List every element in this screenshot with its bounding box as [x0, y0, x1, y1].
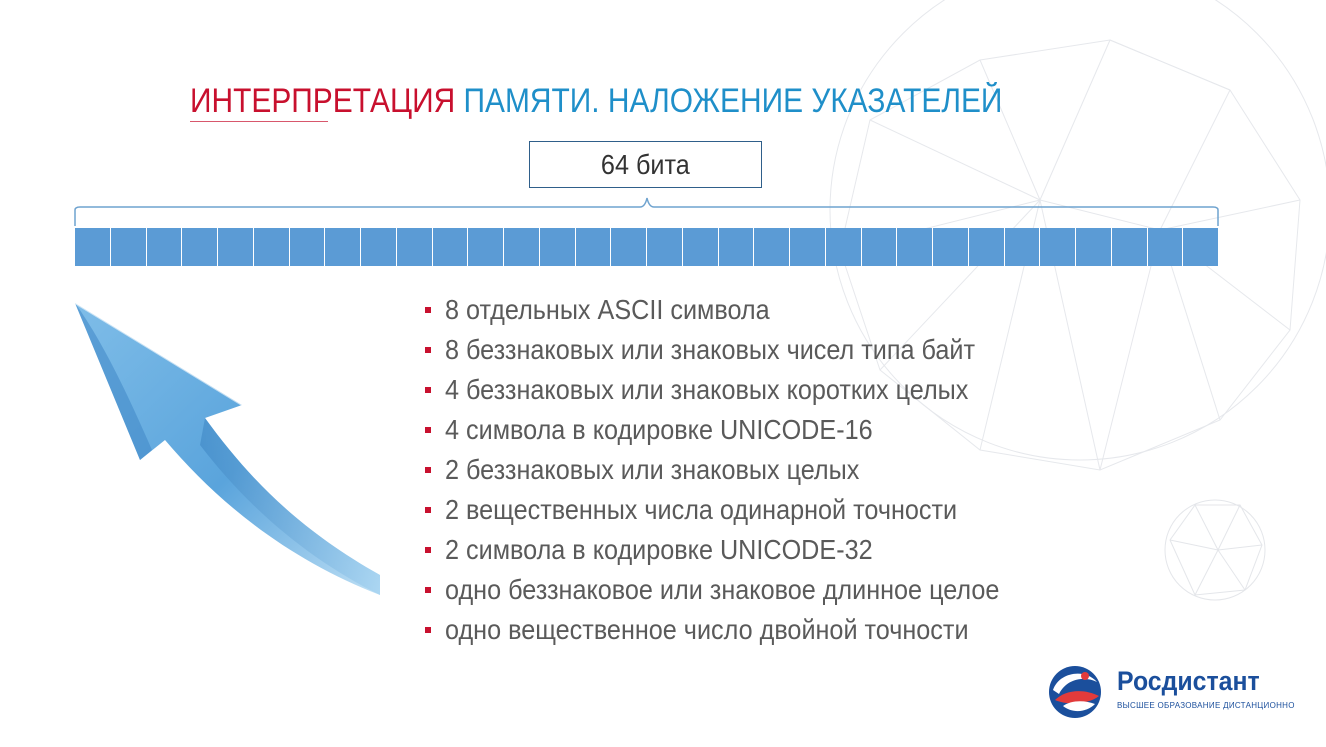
bit-cell — [539, 228, 576, 266]
bit-cell — [361, 228, 397, 266]
list-item: 8 отдельных ASCII символа — [425, 290, 1061, 330]
list-item-text: 2 символа в кодировке UNICODE-32 — [445, 534, 873, 565]
list-item: одно вещественное число двойной точности — [425, 610, 1061, 650]
bullet-square-icon — [425, 427, 431, 433]
logo-tagline: ВЫСШЕЕ ОБРАЗОВАНИЕ ДИСТАНЦИОННО — [1117, 701, 1295, 710]
list-item: 2 символа в кодировке UNICODE-32 — [425, 530, 1061, 570]
list-item-text: 8 отдельных ASCII символа — [445, 294, 770, 325]
bit-cell — [682, 228, 719, 266]
slide: ИНТЕРПРЕТАЦИЯ ПАМЯТИ. НАЛОЖЕНИЕ УКАЗАТЕЛ… — [0, 0, 1326, 747]
list-item: 4 символа в кодировке UNICODE-16 — [425, 410, 1061, 450]
title-underline — [190, 121, 328, 122]
bit-cell — [432, 228, 469, 266]
list-item: 4 беззнаковых или знаковых коротких целы… — [425, 370, 1061, 410]
title-rest: ПАМЯТИ. НАЛОЖЕНИЕ УКАЗАТЕЛЕЙ — [463, 82, 1003, 120]
rosdistant-emblem-icon — [1049, 666, 1101, 718]
bit-cell — [325, 228, 361, 266]
bit-cell — [825, 228, 862, 266]
bullet-square-icon — [425, 587, 431, 593]
bit-cell — [218, 228, 254, 266]
bit-cell — [146, 228, 183, 266]
bullet-square-icon — [425, 507, 431, 513]
list-item-text: одно беззнаковое или знаковое длинное це… — [445, 574, 1000, 605]
bit-cells-row — [75, 228, 1218, 266]
interpretation-list: 8 отдельных ASCII символа 8 беззнаковых и… — [425, 290, 1061, 650]
bit-cell — [611, 228, 647, 266]
list-item-text: 4 беззнаковых или знаковых коротких целы… — [445, 374, 969, 405]
bit-cell — [861, 228, 898, 266]
bit-cell — [790, 228, 826, 266]
list-item-text: 8 беззнаковых или знаковых чисел типа ба… — [445, 334, 976, 365]
list-item-text: 4 символа в кодировке UNICODE-16 — [445, 414, 873, 445]
bullet-square-icon — [425, 307, 431, 313]
bits-label: 64 бита — [601, 148, 690, 180]
rosdistant-logo: Росдистант ВЫСШЕЕ ОБРАЗОВАНИЕ ДИСТАНЦИОН… — [1045, 660, 1294, 720]
logo-wordmark: Росдистант — [1117, 666, 1260, 696]
list-item: 8 беззнаковых или знаковых чисел типа ба… — [425, 330, 1061, 370]
bit-cell — [575, 228, 612, 266]
bits-label-box: 64 бита — [529, 141, 762, 188]
list-item-text: одно вещественное число двойной точности — [445, 614, 969, 645]
bit-cell — [1111, 228, 1148, 266]
bit-cell — [754, 228, 790, 266]
brace-line — [74, 197, 1219, 226]
bit-cell — [1040, 228, 1076, 266]
bit-cell — [718, 228, 755, 266]
list-item-text: 2 вещественных числа одинарной точности — [445, 494, 958, 525]
bit-cell — [968, 228, 1005, 266]
bit-cell — [289, 228, 326, 266]
bit-cell — [182, 228, 218, 266]
list-item: 2 вещественных числа одинарной точности — [425, 490, 1061, 530]
bullet-square-icon — [425, 347, 431, 353]
bit-cell — [933, 228, 969, 266]
bit-cell — [1183, 228, 1218, 266]
list-item: одно беззнаковое или знаковое длинное це… — [425, 570, 1061, 610]
bit-cell — [75, 228, 111, 266]
bit-cell — [897, 228, 933, 266]
bit-cell — [110, 228, 147, 266]
bit-cell — [396, 228, 433, 266]
bit-cell — [253, 228, 290, 266]
bit-cell — [504, 228, 540, 266]
bullet-square-icon — [425, 627, 431, 633]
bit-cell — [1076, 228, 1112, 266]
bit-cell — [647, 228, 683, 266]
bullet-square-icon — [425, 547, 431, 553]
bit-cell — [468, 228, 504, 266]
list-item: 2 беззнаковых или знаковых целых — [425, 450, 1061, 490]
bit-cell — [1004, 228, 1041, 266]
bullet-square-icon — [425, 467, 431, 473]
title-highlight: ИНТЕРПРЕТАЦИЯ — [190, 82, 456, 120]
bullet-square-icon — [425, 387, 431, 393]
bit-cell — [1147, 228, 1184, 266]
page-title: ИНТЕРПРЕТАЦИЯ ПАМЯТИ. НАЛОЖЕНИЕ УКАЗАТЕЛ… — [190, 80, 1002, 122]
list-item-text: 2 беззнаковых или знаковых целых — [445, 454, 860, 485]
